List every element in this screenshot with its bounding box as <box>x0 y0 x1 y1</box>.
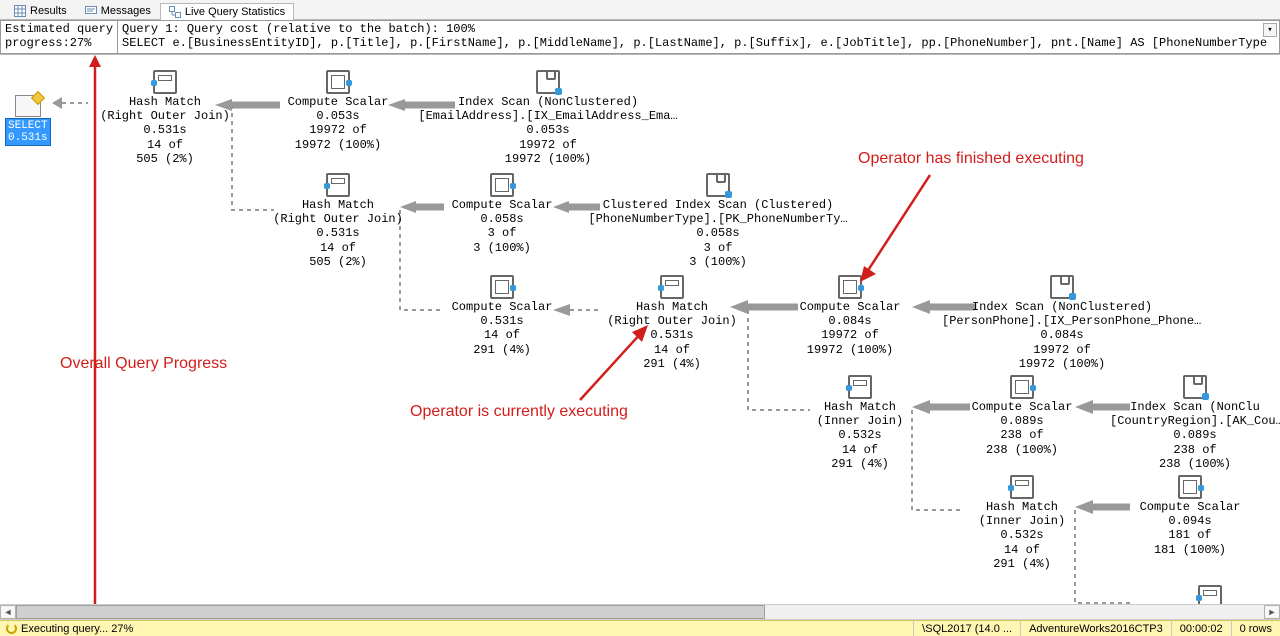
messages-icon <box>85 5 97 17</box>
live-stats-icon <box>169 6 181 18</box>
scroll-left-button[interactable]: ◄ <box>0 605 16 619</box>
annot-overall: Overall Query Progress <box>60 355 227 373</box>
expand-query-button[interactable]: ▾ <box>1263 23 1277 37</box>
op-compute-scalar-2[interactable]: Compute Scalar 0.058s 3 of 3 (100%) <box>412 173 592 256</box>
op-compute-scalar-3[interactable]: Compute Scalar 0.531s 14 of 291 (4%) <box>412 275 592 358</box>
scroll-thumb[interactable] <box>16 605 765 619</box>
query-text: Query 1: Query cost (relative to the bat… <box>117 20 1280 54</box>
hash-match-icon <box>848 375 872 399</box>
op-compute-scalar-5[interactable]: Compute Scalar 0.089s 238 of 238 (100%) <box>932 375 1112 458</box>
tab-results[interactable]: Results <box>5 2 76 19</box>
compute-scalar-icon <box>326 70 350 94</box>
result-tabs: Results Messages Live Query Statistics <box>0 0 1280 20</box>
op-hash-match-5[interactable]: Hash Match (Inner Join) 0.532s 14 of 291… <box>932 475 1112 572</box>
tab-messages[interactable]: Messages <box>76 2 160 19</box>
scroll-right-button[interactable]: ► <box>1264 605 1280 619</box>
op-index-scan-1[interactable]: Index Scan (NonClustered) [EmailAddress]… <box>418 70 678 167</box>
tab-label: Live Query Statistics <box>185 6 285 18</box>
tab-live-stats[interactable]: Live Query Statistics <box>160 3 294 20</box>
results-icon <box>14 5 26 17</box>
hash-match-icon <box>153 70 177 94</box>
op-compute-scalar-4[interactable]: Compute Scalar 0.084s 19972 of 19972 (10… <box>760 275 940 358</box>
query-header: Estimated query progress:27% Query 1: Qu… <box>0 20 1280 55</box>
compute-scalar-icon <box>1010 375 1034 399</box>
compute-scalar-icon <box>1178 475 1202 499</box>
index-scan-icon <box>1183 375 1207 399</box>
compute-scalar-icon <box>490 275 514 299</box>
op-index-scan-5[interactable]: Index Scan (NonClu [CountryRegion].[AK_C… <box>1110 375 1280 472</box>
index-scan-icon <box>1050 275 1074 299</box>
status-rows: 0 rows <box>1231 621 1280 636</box>
op-select[interactable]: SELECT0.531s <box>5 95 51 146</box>
compute-scalar-icon <box>490 173 514 197</box>
spinner-icon <box>6 623 17 634</box>
plan-canvas[interactable]: SELECT0.531s Hash Match (Right Outer Joi… <box>0 55 1280 627</box>
status-db: AdventureWorks2016CTP3 <box>1020 621 1171 636</box>
index-scan-icon <box>706 173 730 197</box>
tab-label: Results <box>30 5 67 17</box>
op-hash-match-4[interactable]: Hash Match (Inner Join) 0.532s 14 of 291… <box>770 375 950 472</box>
op-hash-match-2[interactable]: Hash Match (Right Outer Join) 0.531s 14 … <box>248 173 428 270</box>
hash-match-icon <box>326 173 350 197</box>
status-time: 00:00:02 <box>1171 621 1231 636</box>
horizontal-scrollbar[interactable]: ◄ ► <box>0 604 1280 620</box>
op-clust-index-scan-2[interactable]: Clustered Index Scan (Clustered) [PhoneN… <box>588 173 848 270</box>
hash-match-icon <box>1010 475 1034 499</box>
index-scan-icon <box>536 70 560 94</box>
op-index-scan-4[interactable]: Index Scan (NonClustered) [PersonPhone].… <box>942 275 1182 372</box>
status-executing: Executing query... 27% <box>0 621 141 636</box>
scroll-track[interactable] <box>16 605 1264 619</box>
op-compute-scalar-6[interactable]: Compute Scalar 0.094s 181 of 181 (100%) <box>1100 475 1280 558</box>
status-bar: Executing query... 27% \SQL2017 (14.0 ..… <box>0 620 1280 636</box>
hash-match-icon <box>660 275 684 299</box>
estimated-progress: Estimated query progress:27% <box>0 20 117 54</box>
annot-finished: Operator has finished executing <box>858 150 1084 168</box>
op-compute-scalar-1[interactable]: Compute Scalar 0.053s 19972 of 19972 (10… <box>248 70 428 153</box>
tab-label: Messages <box>101 5 151 17</box>
table-icon <box>15 95 41 117</box>
status-server: \SQL2017 (14.0 ... <box>913 621 1020 636</box>
select-label: SELECT0.531s <box>5 118 51 146</box>
